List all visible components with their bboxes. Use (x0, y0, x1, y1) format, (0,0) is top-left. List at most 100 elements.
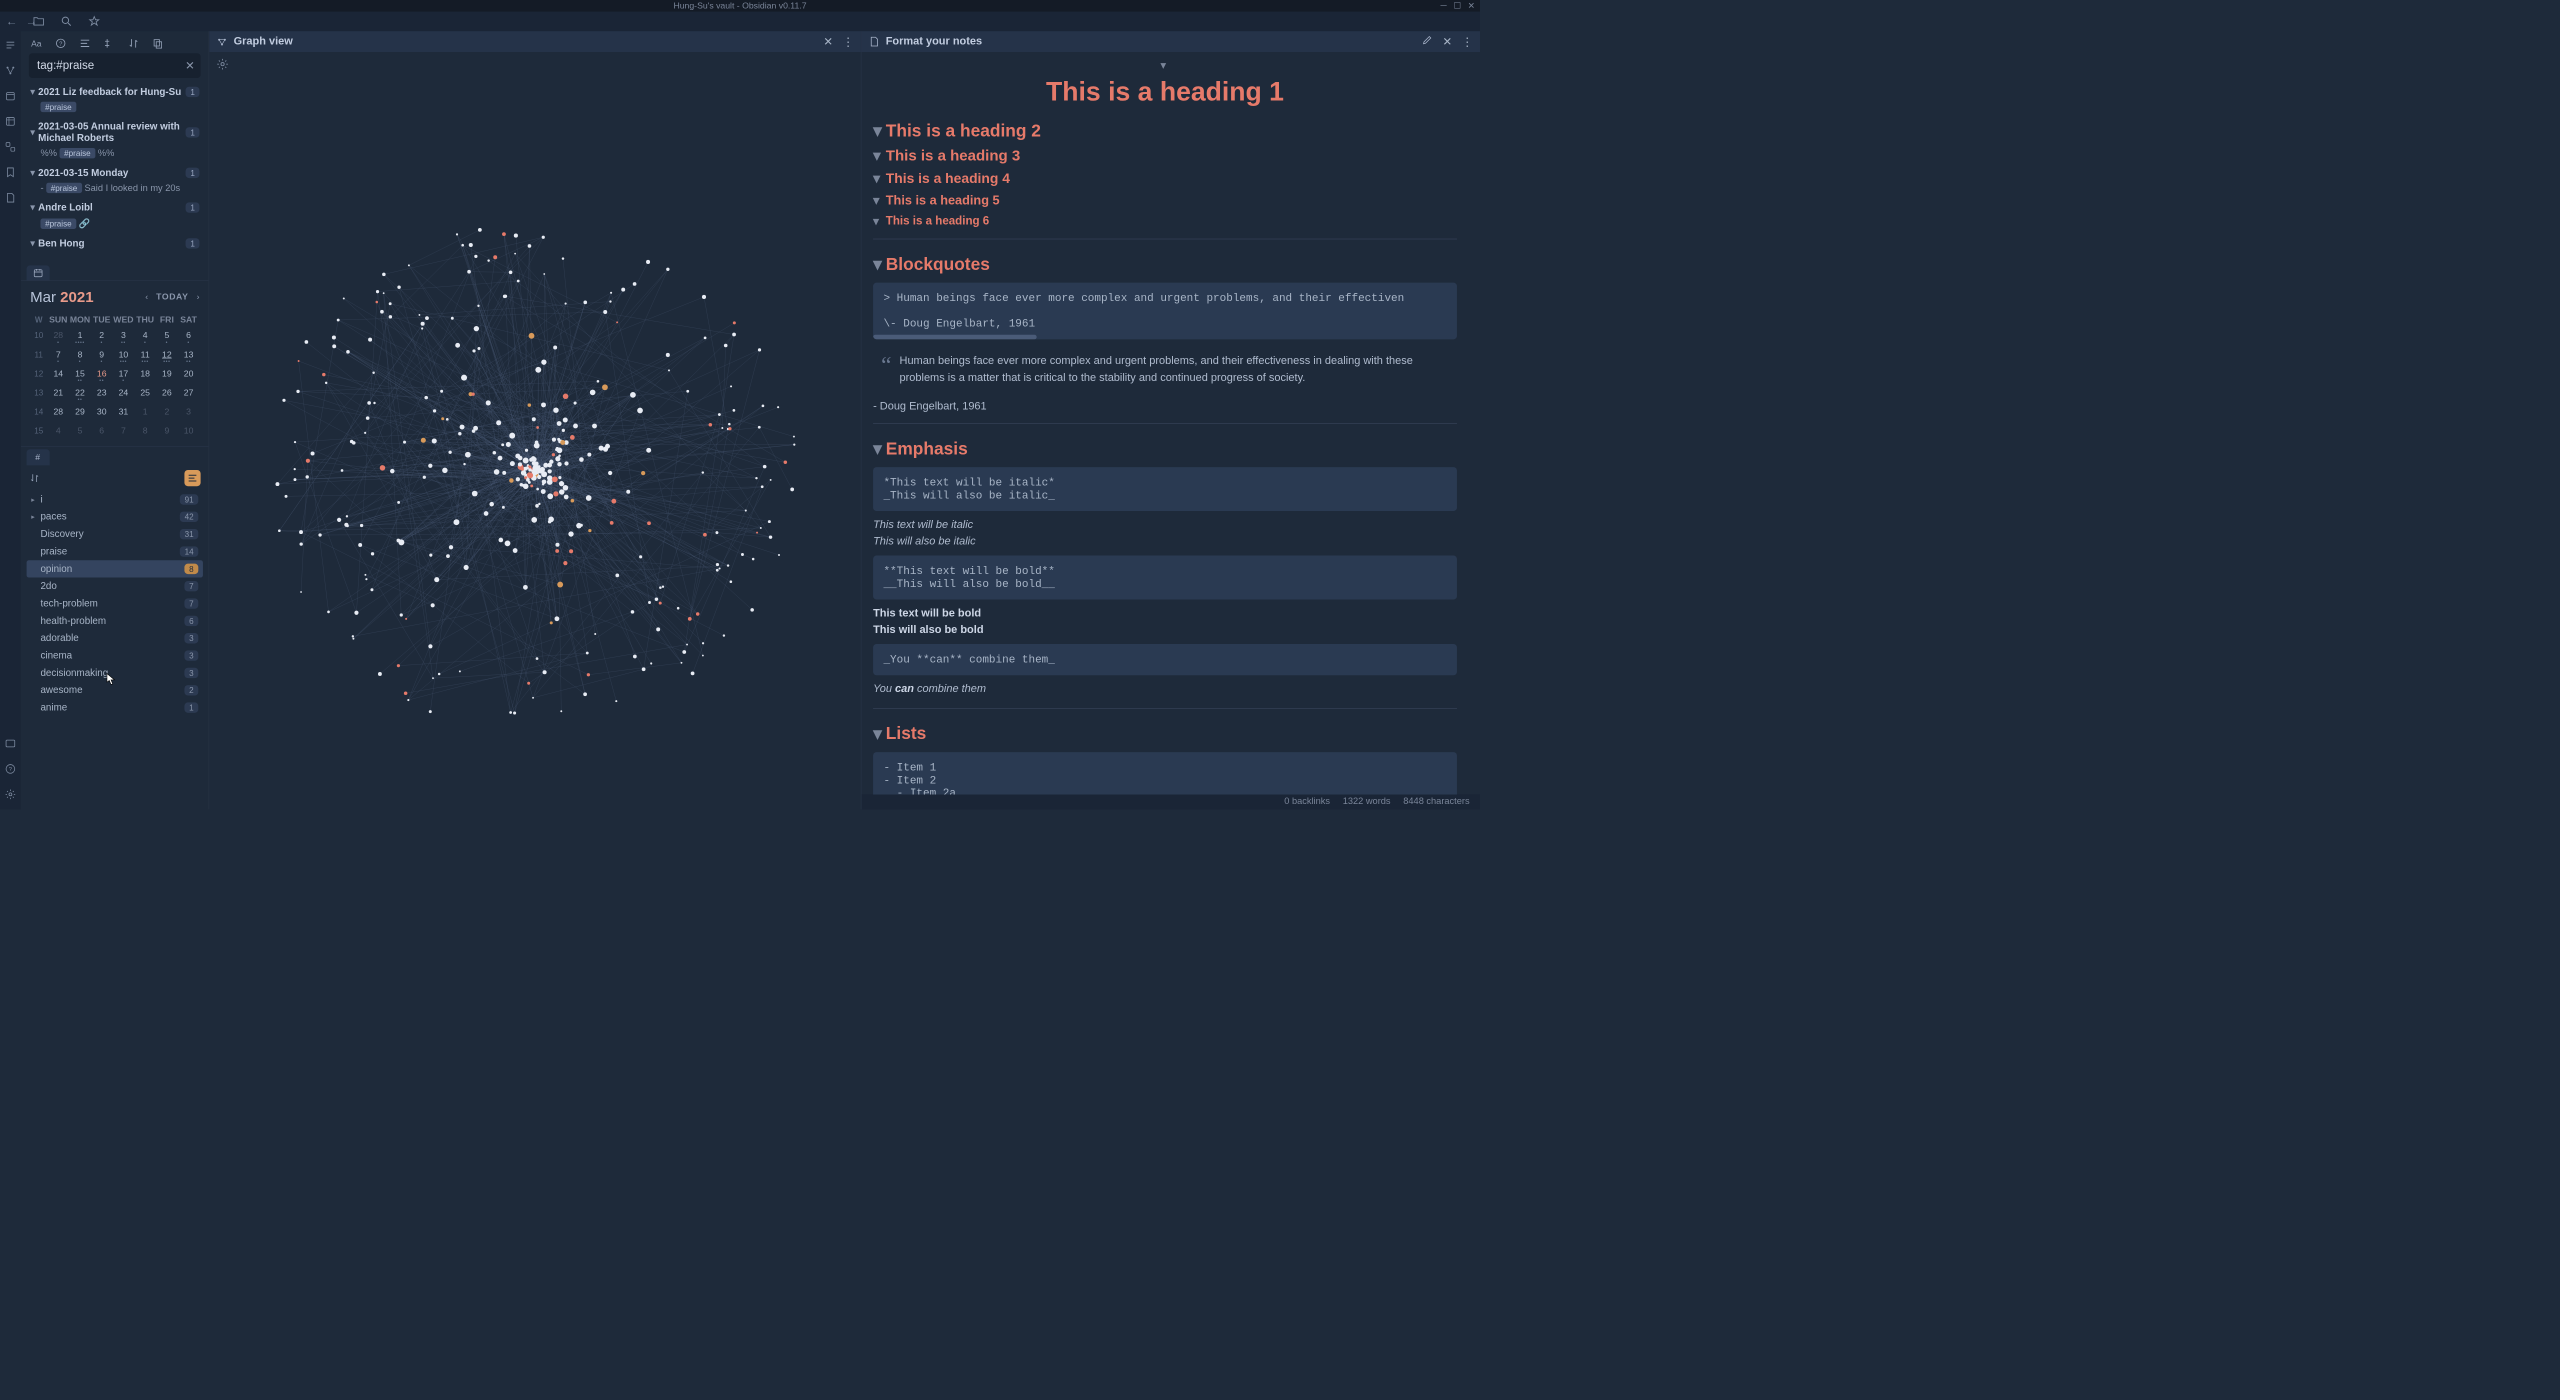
tag-item[interactable]: 2do7 (27, 578, 203, 595)
scrollbar[interactable] (873, 335, 1036, 340)
cal-day[interactable]: 13•• (178, 347, 200, 365)
quick-switcher-icon[interactable] (5, 39, 17, 51)
explain-icon[interactable]: ? (54, 37, 67, 50)
cal-day[interactable]: 15•• (69, 367, 91, 385)
fold-icon[interactable]: ▾ (873, 254, 882, 274)
search-result[interactable]: ▾2021-03-05 Annual review with Michael R… (27, 119, 203, 162)
cal-next-icon[interactable]: › (197, 292, 200, 302)
tag-item[interactable]: health-problem6 (27, 612, 203, 629)
code-block[interactable]: > Human beings face ever more complex an… (873, 283, 1457, 340)
cal-day[interactable]: 3 (178, 405, 200, 423)
cal-day[interactable]: 16•• (91, 367, 113, 385)
cal-day[interactable]: 11••• (134, 347, 156, 365)
cal-day[interactable]: 22•• (69, 386, 91, 404)
cal-day[interactable]: 19 (156, 367, 178, 385)
case-icon[interactable]: Aa (30, 37, 43, 50)
tags-tab[interactable]: # (27, 449, 50, 465)
cal-day[interactable]: 3•• (113, 328, 135, 346)
tag-item[interactable]: anime1 (27, 699, 203, 716)
star-icon[interactable] (88, 15, 101, 28)
cal-day[interactable]: 2 (156, 405, 178, 423)
cal-day[interactable]: 7• (47, 347, 69, 365)
search-input[interactable] (29, 53, 201, 78)
maximize-icon[interactable]: ☐ (1453, 1, 1461, 11)
tag-item[interactable]: tech-problem7 (27, 595, 203, 612)
cal-day[interactable]: 2• (91, 328, 113, 346)
cal-day[interactable]: 31 (113, 405, 135, 423)
tag-item[interactable]: ▸i91 (27, 491, 203, 508)
cal-day[interactable]: 28 (47, 405, 69, 423)
cal-day[interactable]: 21 (47, 386, 69, 404)
tag-item[interactable]: Discovery31 (27, 526, 203, 543)
tag-item[interactable]: ▸paces42 (27, 508, 203, 525)
note-close-icon[interactable]: ✕ (1443, 34, 1453, 48)
tag-item[interactable]: cinema3 (27, 647, 203, 664)
cal-day[interactable]: 1•••• (69, 328, 91, 346)
minimize-icon[interactable]: ─ (1440, 1, 1448, 11)
tag-item[interactable]: opinion8 (27, 560, 203, 577)
cal-day[interactable]: 5• (156, 328, 178, 346)
note-icon[interactable] (5, 192, 17, 204)
cal-day[interactable]: 24 (113, 386, 135, 404)
search-result[interactable]: ▾2021 Liz feedback for Hung-Su1#praise (27, 84, 203, 115)
cal-day[interactable]: 6• (178, 328, 200, 346)
backlinks-count[interactable]: 0 backlinks (1284, 797, 1330, 807)
nav-forward-icon[interactable]: → (25, 15, 38, 28)
cal-day[interactable]: 1 (134, 405, 156, 423)
cal-day[interactable]: 18 (134, 367, 156, 385)
tag-item[interactable]: awesome2 (27, 682, 203, 699)
code-block[interactable]: - Item 1 - Item 2 - Item 2a - Item 2b (873, 752, 1457, 794)
cal-day[interactable]: 8• (69, 347, 91, 365)
graph-canvas[interactable] (209, 52, 861, 842)
sort-icon[interactable] (127, 37, 140, 50)
cal-day[interactable]: 10 (178, 424, 200, 442)
tag-item[interactable]: praise14 (27, 543, 203, 560)
cal-day[interactable]: 6 (91, 424, 113, 442)
cal-day[interactable]: 5 (69, 424, 91, 442)
clear-search-icon[interactable]: ✕ (185, 58, 195, 72)
fold-icon[interactable]: ▾ (873, 147, 882, 165)
cal-day[interactable]: 26 (156, 386, 178, 404)
cal-week-num[interactable]: 10 (30, 328, 47, 346)
cal-day[interactable]: 14 (47, 367, 69, 385)
cal-day[interactable]: 23 (91, 386, 113, 404)
context-icon[interactable] (103, 37, 116, 50)
nav-back-icon[interactable]: ← (6, 15, 19, 28)
search-result[interactable]: ▾Andre Loibl1#praise 🔗 (27, 199, 203, 231)
daily-note-icon[interactable] (5, 90, 17, 102)
fold-icon[interactable]: ▾ (873, 193, 882, 208)
cal-day[interactable]: 7 (113, 424, 135, 442)
cal-day[interactable]: 27 (178, 386, 200, 404)
help-icon[interactable]: ? (5, 763, 17, 775)
template-icon[interactable] (5, 116, 17, 128)
cal-day[interactable]: 4 (47, 424, 69, 442)
fold-icon[interactable]: ▾ (873, 214, 882, 228)
cal-day[interactable]: 20 (178, 367, 200, 385)
search-result[interactable]: ▾Ben Hong1 (27, 235, 203, 251)
tag-sort-icon[interactable] (29, 472, 41, 484)
cal-week-num[interactable]: 14 (30, 405, 47, 423)
fold-icon[interactable]: ▾ (873, 724, 882, 744)
fold-icon[interactable]: ▾ (873, 171, 882, 188)
cal-week-num[interactable]: 12 (30, 367, 47, 385)
pane-more-icon[interactable]: ⋮ (842, 34, 854, 48)
cal-day[interactable]: 4• (134, 328, 156, 346)
cal-prev-icon[interactable]: ‹ (145, 292, 148, 302)
fold-icon[interactable]: ▾ (873, 121, 882, 141)
cal-day[interactable]: 12••• (156, 347, 178, 365)
cal-day[interactable]: 30 (91, 405, 113, 423)
search-result[interactable]: ▾2021-03-15 Monday1- #praise Said I look… (27, 165, 203, 196)
cal-day[interactable]: 10••• (113, 347, 135, 365)
tag-item[interactable]: decisionmaking3 (27, 664, 203, 681)
fold-icon[interactable]: ▾ (873, 439, 882, 459)
code-block[interactable]: _You **can** combine them_ (873, 644, 1457, 675)
tag-expand-button[interactable] (184, 470, 200, 486)
copy-icon[interactable] (151, 37, 164, 50)
cal-day[interactable]: 9 (156, 424, 178, 442)
cal-day[interactable]: 25 (134, 386, 156, 404)
edit-icon[interactable] (1422, 34, 1434, 49)
code-block[interactable]: **This text will be bold** __This will a… (873, 556, 1457, 600)
note-more-icon[interactable]: ⋮ (1462, 34, 1474, 48)
cal-week-num[interactable]: 15 (30, 424, 47, 442)
close-icon[interactable]: ✕ (1467, 1, 1475, 11)
